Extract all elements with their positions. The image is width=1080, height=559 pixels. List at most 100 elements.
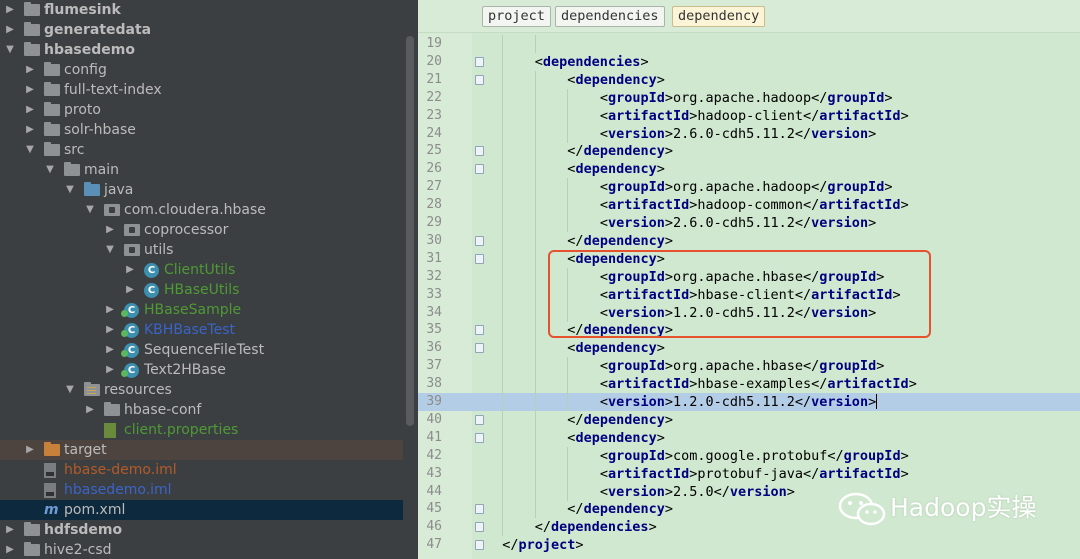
- expand-arrow-right-icon[interactable]: ▶: [24, 120, 36, 140]
- fold-marker-icon[interactable]: [475, 343, 484, 354]
- breadcrumb-dependencies[interactable]: dependencies: [555, 6, 665, 27]
- expand-arrow-down-icon[interactable]: ▼: [104, 240, 116, 260]
- line-number: 34: [426, 304, 442, 320]
- tree-item[interactable]: ▶ hdfsdemo: [0, 520, 403, 540]
- tree-item[interactable]: ▼ com.cloudera.hbase: [0, 200, 403, 220]
- fold-marker-icon[interactable]: [475, 325, 484, 336]
- tree-item[interactable]: ▼ hbasedemo: [0, 40, 403, 60]
- expand-arrow-right-icon[interactable]: ▶: [24, 60, 36, 80]
- fold-marker-icon[interactable]: [475, 164, 484, 175]
- code-line[interactable]: 40 </dependency>: [418, 410, 1080, 429]
- indent-guide: [534, 178, 536, 197]
- tree-item[interactable]: ▼ src: [0, 140, 403, 160]
- fold-marker-icon[interactable]: [475, 74, 484, 85]
- code-line[interactable]: 24 <version>2.6.0-cdh5.11.2</version>: [418, 124, 1080, 143]
- fold-marker-icon[interactable]: [475, 522, 484, 533]
- indent-guide: [567, 88, 569, 107]
- tree-scrollbar[interactable]: [406, 36, 414, 426]
- tree-item[interactable]: ▶ C HBaseSample: [0, 300, 403, 320]
- code-line[interactable]: 41 <dependency>: [418, 428, 1080, 447]
- indent-guide: [534, 500, 536, 519]
- code-line[interactable]: 28 <artifactId>hadoop-common</artifactId>: [418, 196, 1080, 215]
- fold-marker-icon[interactable]: [475, 432, 484, 443]
- code-line[interactable]: 19: [418, 35, 1080, 53]
- breadcrumb-dependency[interactable]: dependency: [672, 6, 766, 27]
- indent-guide: [502, 160, 504, 179]
- code-line[interactable]: 23 <artifactId>hadoop-client</artifactId>: [418, 106, 1080, 125]
- tree-item[interactable]: m pom.xml: [0, 500, 403, 520]
- tree-item[interactable]: ▶ C Text2HBase: [0, 360, 403, 380]
- tree-item[interactable]: ▶ C ClientUtils: [0, 260, 403, 280]
- expand-arrow-right-icon[interactable]: ▶: [104, 300, 116, 320]
- tree-item[interactable]: ▼ resources: [0, 380, 403, 400]
- expand-arrow-right-icon[interactable]: ▶: [4, 0, 16, 20]
- code-text: <groupId>org.apache.hbase</groupId>: [599, 358, 885, 375]
- code-line[interactable]: 25 </dependency>: [418, 142, 1080, 161]
- fold-marker-icon[interactable]: [475, 235, 484, 246]
- expand-arrow-down-icon[interactable]: ▼: [64, 380, 76, 400]
- expand-arrow-right-icon[interactable]: ▶: [24, 80, 36, 100]
- tree-item[interactable]: ▶ C HBaseUtils: [0, 280, 403, 300]
- tree-item[interactable]: ▶ flumesink: [0, 0, 403, 20]
- tree-item[interactable]: ▼ main: [0, 160, 403, 180]
- tree-item[interactable]: ▶ proto: [0, 100, 403, 120]
- expand-arrow-right-icon[interactable]: ▶: [124, 280, 136, 300]
- tree-item[interactable]: hbasedemo.iml: [0, 480, 403, 500]
- tree-item[interactable]: ▼ utils: [0, 240, 403, 260]
- expand-arrow-right-icon[interactable]: ▶: [4, 540, 16, 559]
- expand-arrow-down-icon[interactable]: ▼: [84, 200, 96, 220]
- expand-arrow-right-icon[interactable]: ▶: [104, 220, 116, 240]
- fold-marker-icon[interactable]: [475, 504, 484, 515]
- expand-arrow-down-icon[interactable]: ▼: [44, 160, 56, 180]
- expand-arrow-down-icon[interactable]: ▼: [64, 180, 76, 200]
- code-line[interactable]: 36 <dependency>: [418, 339, 1080, 358]
- tree-item[interactable]: ▶ solr-hbase: [0, 120, 403, 140]
- fold-marker-icon[interactable]: [475, 253, 484, 264]
- fold-marker-icon[interactable]: [475, 146, 484, 157]
- code-line[interactable]: 20 <dependencies>: [418, 52, 1080, 71]
- code-line[interactable]: 21 <dependency>: [418, 70, 1080, 89]
- expand-arrow-down-icon[interactable]: ▼: [24, 140, 36, 160]
- code-line[interactable]: 29 <version>2.6.0-cdh5.11.2</version>: [418, 214, 1080, 232]
- tree-item-label: coprocessor: [144, 222, 229, 238]
- tree-item[interactable]: client.properties: [0, 420, 403, 440]
- tree-item[interactable]: ▶ config: [0, 60, 403, 80]
- code-line[interactable]: 37 <groupId>org.apache.hbase</groupId>: [418, 357, 1080, 376]
- code-line[interactable]: 47 </project>: [418, 536, 1080, 554]
- tree-item[interactable]: ▶ C KBHBaseTest: [0, 320, 403, 340]
- tree-item[interactable]: ▶ coprocessor: [0, 220, 403, 240]
- code-line[interactable]: 27 <groupId>org.apache.hadoop</groupId>: [418, 178, 1080, 197]
- tree-item[interactable]: ▶ target: [0, 440, 403, 460]
- breadcrumb-project[interactable]: project: [482, 6, 551, 27]
- expand-arrow-right-icon[interactable]: ▶: [4, 520, 16, 540]
- expand-arrow-right-icon[interactable]: ▶: [104, 340, 116, 360]
- expand-arrow-right-icon[interactable]: ▶: [104, 360, 116, 380]
- code-line[interactable]: 38 <artifactId>hbase-examples</artifactId…: [418, 375, 1080, 394]
- expand-arrow-right-icon[interactable]: ▶: [24, 440, 36, 460]
- tree-item[interactable]: hbase-demo.iml: [0, 460, 403, 480]
- code-line[interactable]: 39 <version>1.2.0-cdh5.11.2</version>: [418, 393, 1080, 411]
- tree-item[interactable]: ▶ C SequenceFileTest: [0, 340, 403, 360]
- tree-item[interactable]: ▶ hbase-conf: [0, 400, 403, 420]
- code-line[interactable]: 26 <dependency>: [418, 160, 1080, 179]
- code-line[interactable]: 43 <artifactId>protobuf-java</artifactId>: [418, 464, 1080, 483]
- expand-arrow-right-icon[interactable]: ▶: [24, 100, 36, 120]
- expand-arrow-right-icon[interactable]: ▶: [104, 320, 116, 340]
- runnable-class-icon: C: [121, 303, 139, 318]
- line-number: 31: [426, 250, 442, 266]
- code-line[interactable]: 22 <groupId>org.apache.hadoop</groupId>: [418, 88, 1080, 107]
- tree-item[interactable]: ▶ hive2-csd: [0, 540, 403, 559]
- expand-arrow-down-icon[interactable]: ▼: [4, 40, 16, 60]
- tree-item[interactable]: ▼ java: [0, 180, 403, 200]
- fold-marker-icon[interactable]: [475, 540, 484, 551]
- indent-guide: [534, 142, 536, 161]
- code-line[interactable]: 42 <groupId>com.google.protobuf</groupId>: [418, 446, 1080, 465]
- expand-arrow-right-icon[interactable]: ▶: [84, 400, 96, 420]
- tree-item[interactable]: ▶ full-text-index: [0, 80, 403, 100]
- tree-item[interactable]: ▶ generatedata: [0, 20, 403, 40]
- fold-marker-icon[interactable]: [475, 56, 484, 67]
- fold-marker-icon[interactable]: [475, 414, 484, 425]
- code-line[interactable]: 30 </dependency>: [418, 231, 1080, 250]
- expand-arrow-right-icon[interactable]: ▶: [124, 260, 136, 280]
- expand-arrow-right-icon[interactable]: ▶: [4, 20, 16, 40]
